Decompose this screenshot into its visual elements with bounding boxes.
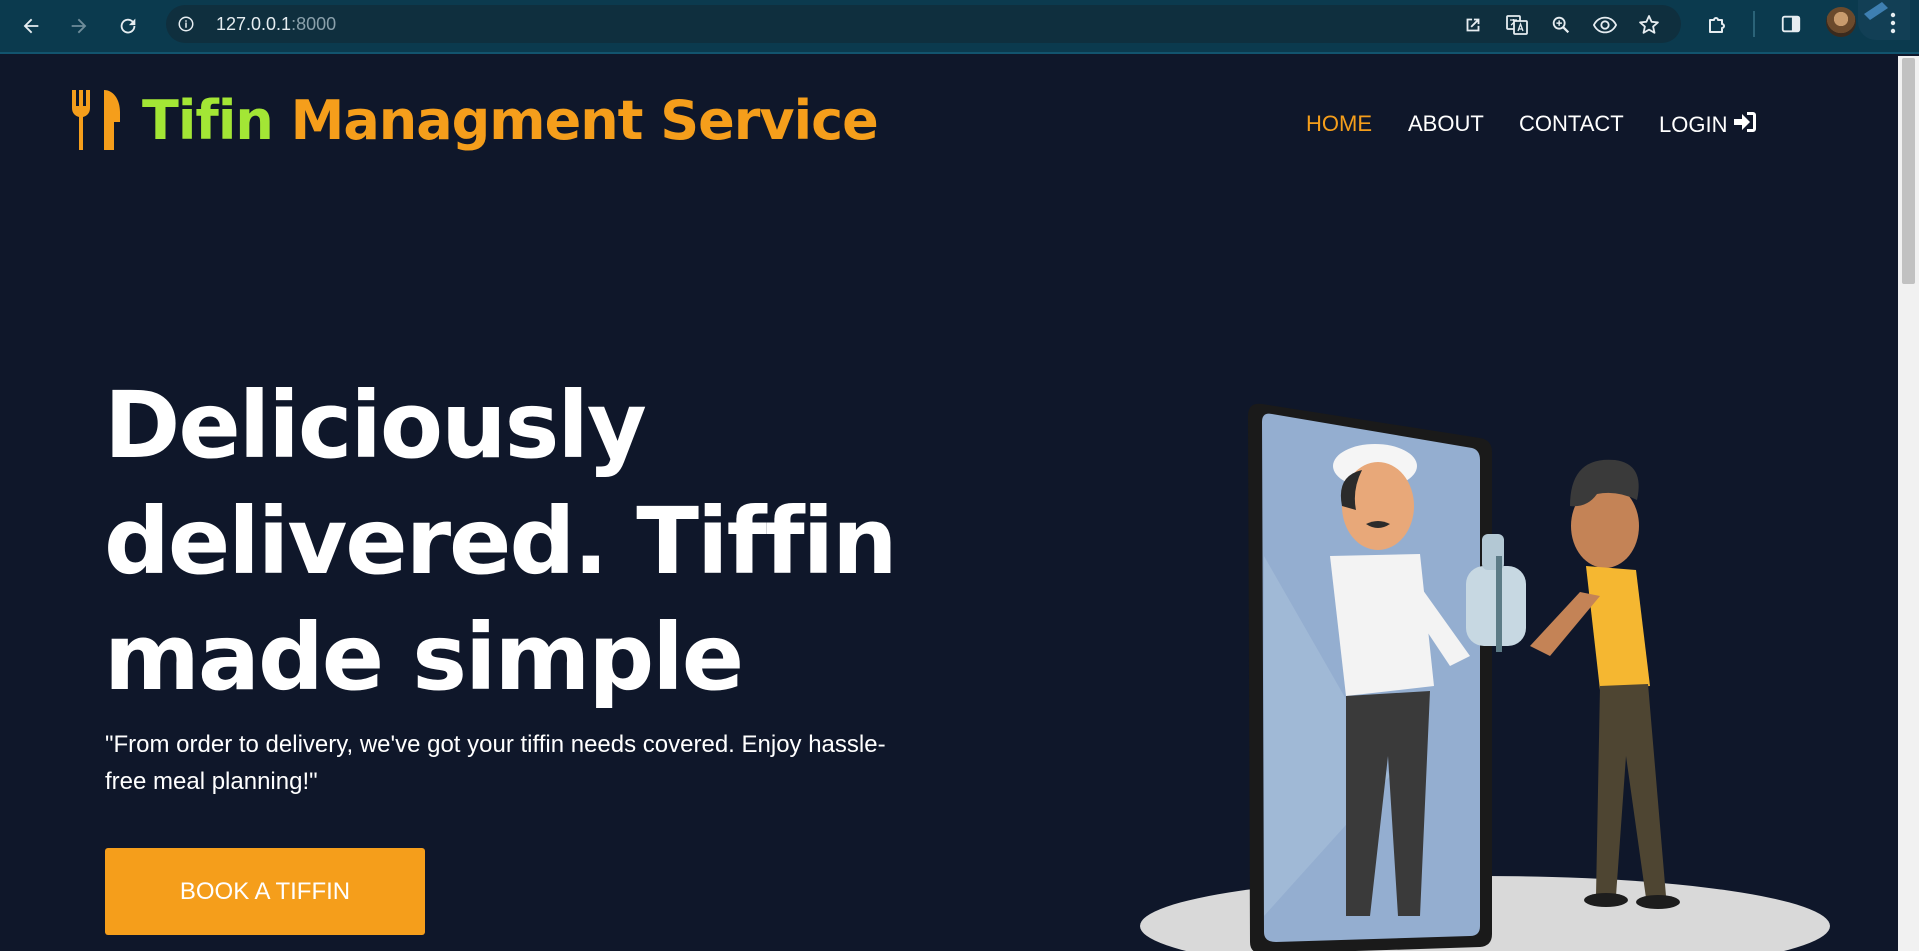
- book-tiffin-button[interactable]: BOOK A TIFFIN: [105, 848, 425, 935]
- toolbar-divider: [1753, 11, 1755, 37]
- url-port: :8000: [291, 14, 337, 34]
- forward-arrow-icon[interactable]: [62, 9, 96, 43]
- zoom-icon[interactable]: [1549, 13, 1573, 37]
- profile-avatar[interactable]: [1826, 7, 1856, 37]
- brand-logo[interactable]: Tifin Managment Service: [70, 88, 879, 152]
- delivery-handover-illustration: [1130, 356, 1830, 951]
- bookmark-star-icon[interactable]: [1637, 13, 1661, 37]
- scrollbar-thumb[interactable]: [1902, 58, 1915, 284]
- hero-subtitle: "From order to delivery, we've got your …: [105, 731, 886, 795]
- browser-toolbar: 127.0.0.1:8000: [0, 0, 1919, 54]
- translate-icon[interactable]: [1505, 13, 1529, 37]
- brand-name: Tifin Managment Service: [142, 88, 879, 152]
- page-scrollbar[interactable]: [1898, 56, 1919, 951]
- nav-home[interactable]: HOME: [1306, 111, 1372, 137]
- fork-knife-icon: [70, 88, 124, 152]
- back-arrow-icon[interactable]: [14, 9, 48, 43]
- sign-in-icon: [1733, 111, 1757, 139]
- eye-icon[interactable]: [1593, 13, 1617, 37]
- address-bar[interactable]: 127.0.0.1:8000: [166, 5, 1681, 43]
- url-host: 127.0.0.1: [216, 14, 292, 34]
- nav-about[interactable]: ABOUT: [1408, 111, 1484, 137]
- nav-login-label: LOGIN: [1659, 112, 1728, 137]
- page-viewport: Tifin Managment Service HOME ABOUT CONTA…: [0, 56, 1898, 951]
- brand-name-first: Tifin: [142, 88, 274, 152]
- hero-title: Deliciously delivered. Tiffin made simpl…: [104, 372, 898, 711]
- side-panel-icon[interactable]: [1776, 9, 1806, 39]
- reload-icon[interactable]: [111, 9, 145, 43]
- nav-contact[interactable]: CONTACT: [1519, 111, 1624, 137]
- url-text: 127.0.0.1:8000: [216, 5, 336, 43]
- menu-kebab-icon[interactable]: [1878, 8, 1908, 38]
- nav-login[interactable]: LOGIN: [1659, 111, 1757, 139]
- brand-name-rest: Managment Service: [272, 88, 879, 152]
- open-in-app-icon[interactable]: [1461, 13, 1485, 37]
- extensions-puzzle-icon[interactable]: [1703, 9, 1733, 39]
- site-info-icon[interactable]: [176, 14, 196, 34]
